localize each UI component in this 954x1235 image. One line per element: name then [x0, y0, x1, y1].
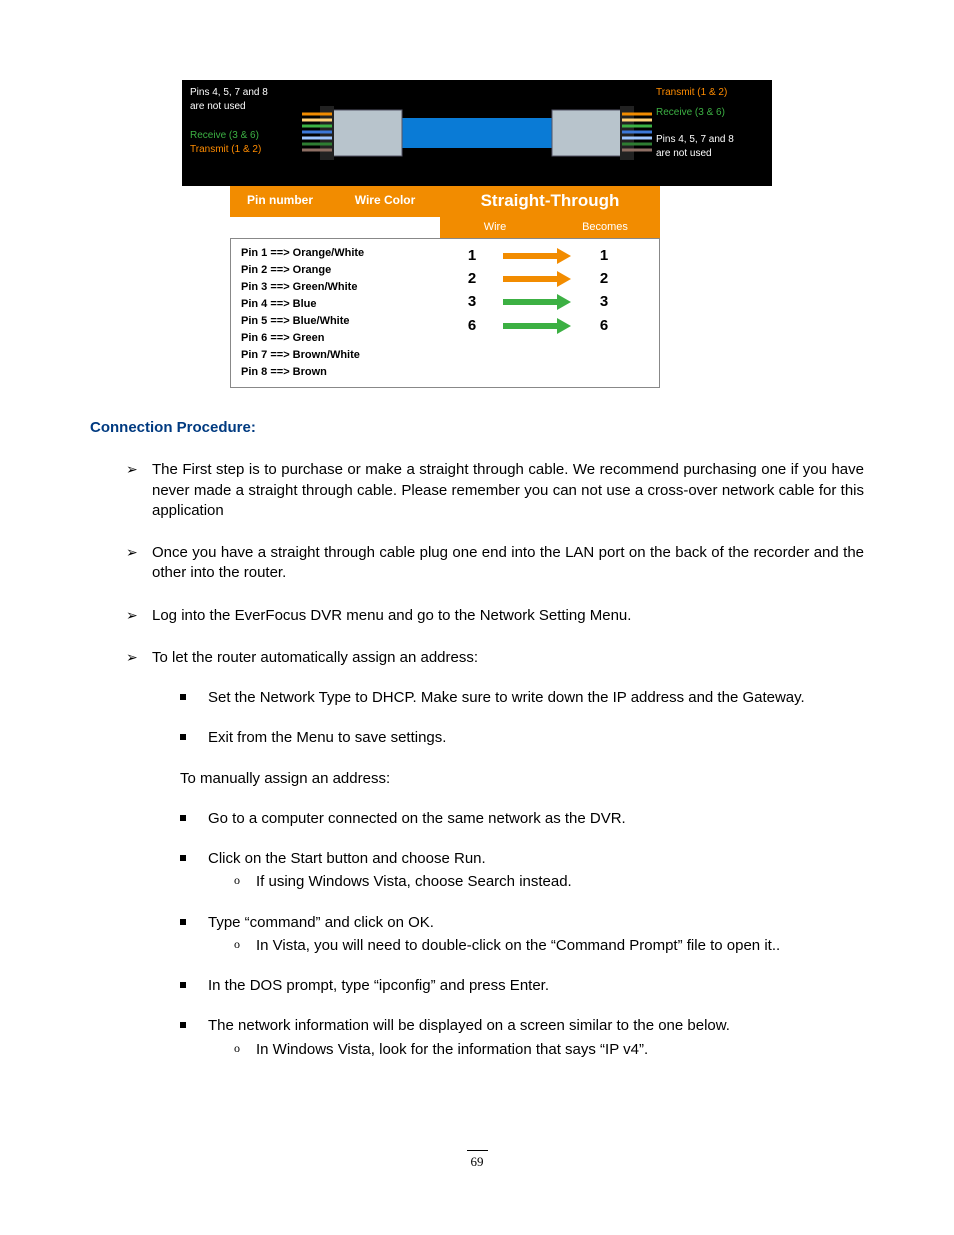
pin-line: Pin 7 ==> Brown/White: [241, 347, 431, 364]
diagram-header-row: Pin number Wire Color Straight-Through: [230, 186, 660, 217]
cable-svg: [302, 80, 652, 186]
right-unused-label: Pins 4, 5, 7 and 8 are not used: [656, 133, 760, 160]
arrow-icon: [503, 321, 573, 331]
list-item: Go to a computer connected on the same n…: [180, 809, 864, 829]
map-to: 6: [573, 316, 635, 336]
list-item: Click on the Start button and choose Run…: [180, 849, 864, 893]
list-item-text: To let the router automatically assign a…: [152, 649, 478, 666]
list-item: The network information will be displaye…: [180, 1016, 864, 1060]
map-from: 1: [441, 246, 503, 266]
list-item: Log into the EverFocus DVR menu and go t…: [126, 606, 864, 626]
pin-line: Pin 8 ==> Brown: [241, 364, 431, 381]
list-item: In the DOS prompt, type “ipconfig” and p…: [180, 976, 864, 996]
diagram-body-row: Pin 1 ==> Orange/White Pin 2 ==> Orange …: [230, 238, 660, 388]
list-item: Set the Network Type to DHCP. Make sure …: [180, 688, 864, 708]
map-to: 2: [573, 269, 635, 289]
procedure-list: The First step is to purchase or make a …: [90, 460, 864, 1060]
left-unused-label: Pins 4, 5, 7 and 8 are not used: [190, 86, 294, 113]
list-item: If using Windows Vista, choose Search in…: [234, 872, 864, 892]
map-from: 6: [441, 316, 503, 336]
list-item-text: The network information will be displaye…: [208, 1017, 730, 1034]
cable-graphic: [302, 80, 652, 186]
list-item-text: Type “command” and click on OK.: [208, 914, 434, 931]
pin-list: Pin 1 ==> Orange/White Pin 2 ==> Orange …: [231, 239, 441, 387]
arrow-icon: [503, 274, 573, 284]
header-straight-through: Straight-Through: [440, 186, 660, 217]
left-receive-label: Receive (3 & 6): [190, 129, 294, 143]
mapping-row: 2 2: [441, 269, 661, 289]
list-item: To let the router automatically assign a…: [126, 648, 864, 1060]
right-label-block: Transmit (1 & 2) Receive (3 & 6) Pins 4,…: [652, 80, 772, 186]
sub-list: Set the Network Type to DHCP. Make sure …: [152, 688, 864, 749]
map-from: 2: [441, 269, 503, 289]
mapping-row: 3 3: [441, 292, 661, 312]
page-number: 69: [90, 1150, 864, 1171]
circ-list: In Windows Vista, look for the informati…: [208, 1040, 864, 1060]
header-wire-color: Wire Color: [330, 186, 440, 217]
list-item: Type “command” and click on OK. In Vista…: [180, 913, 864, 957]
mapping-row: 1 1: [441, 246, 661, 266]
subheader-wire: Wire: [440, 217, 550, 238]
list-item: In Windows Vista, look for the informati…: [234, 1040, 864, 1060]
arrow-icon: [503, 297, 573, 307]
map-to: 1: [573, 246, 635, 266]
header-pin-number: Pin number: [230, 186, 330, 217]
map-from: 3: [441, 292, 503, 312]
pin-line: Pin 4 ==> Blue: [241, 296, 431, 313]
pin-line: Pin 3 ==> Green/White: [241, 279, 431, 296]
circ-list: In Vista, you will need to double-click …: [208, 936, 864, 956]
map-to: 3: [573, 292, 635, 312]
pin-line: Pin 2 ==> Orange: [241, 262, 431, 279]
left-transmit-label: Transmit (1 & 2): [190, 143, 294, 157]
circ-list: If using Windows Vista, choose Search in…: [208, 872, 864, 892]
cable-diagram: Pins 4, 5, 7 and 8 are not used Receive …: [182, 80, 772, 388]
list-item: The First step is to purchase or make a …: [126, 460, 864, 521]
pin-line: Pin 5 ==> Blue/White: [241, 313, 431, 330]
list-item: Exit from the Menu to save settings.: [180, 728, 864, 748]
list-item: In Vista, you will need to double-click …: [234, 936, 864, 956]
arrow-icon: [503, 251, 573, 261]
list-item: Once you have a straight through cable p…: [126, 543, 864, 584]
mid-paragraph: To manually assign an address:: [152, 769, 864, 789]
sub-list: Go to a computer connected on the same n…: [152, 809, 864, 1060]
right-transmit-label: Transmit (1 & 2): [656, 86, 760, 100]
pin-line: Pin 6 ==> Green: [241, 330, 431, 347]
diagram-subheader-row: Wire Becomes: [230, 217, 660, 238]
subheader-becomes: Becomes: [550, 217, 660, 238]
section-title: Connection Procedure:: [90, 418, 864, 438]
connector-illustration: Pins 4, 5, 7 and 8 are not used Receive …: [182, 80, 772, 186]
pin-line: Pin 1 ==> Orange/White: [241, 245, 431, 262]
mapping-column: 1 1 2 2 3 3 6 6: [441, 239, 661, 387]
right-receive-label: Receive (3 & 6): [656, 106, 760, 120]
left-label-block: Pins 4, 5, 7 and 8 are not used Receive …: [182, 80, 302, 186]
mapping-row: 6 6: [441, 316, 661, 336]
list-item-text: Click on the Start button and choose Run…: [208, 850, 486, 867]
